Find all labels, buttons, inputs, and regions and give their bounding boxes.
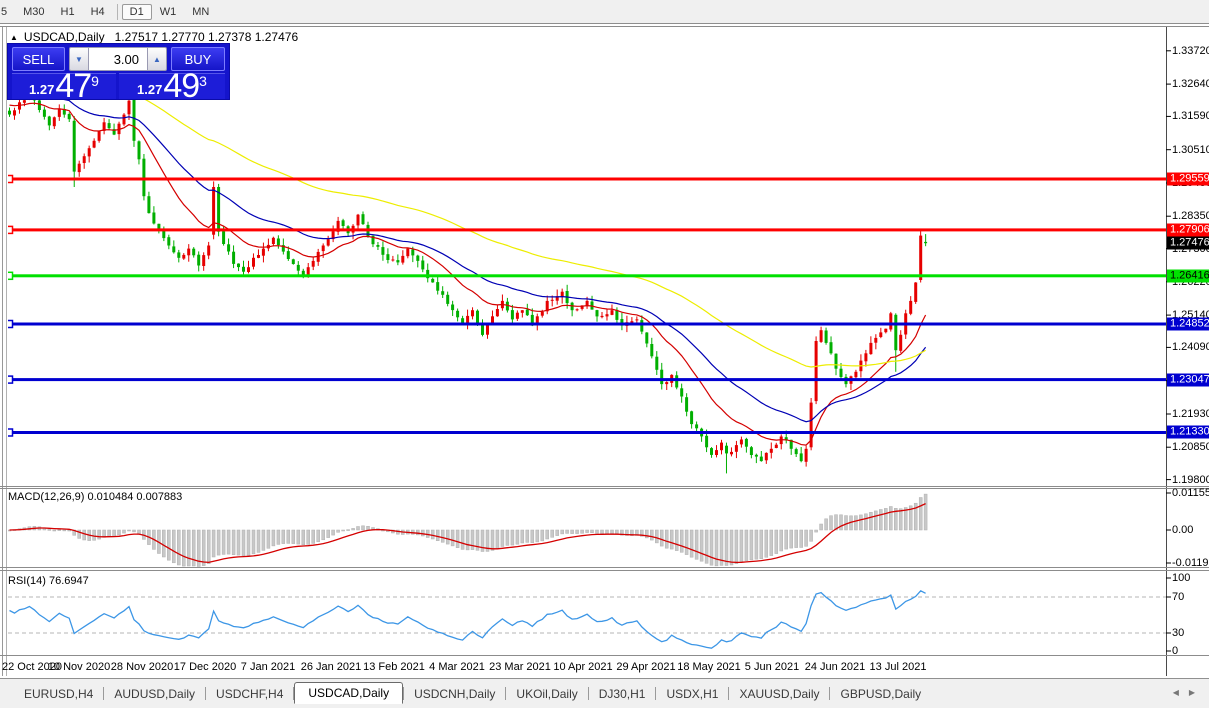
spinner-down-icon: ▼ <box>75 55 83 64</box>
buy-price-small: 1.27 <box>137 81 162 99</box>
sell-price-tile[interactable]: 1.27479 <box>12 73 116 99</box>
buy-price-sup: 3 <box>199 75 207 87</box>
tab-scroll-left-icon[interactable]: ◀ <box>1173 688 1179 697</box>
tab-scroll-arrows: ◀ ▶ <box>1173 688 1195 697</box>
timeframe-button-h4[interactable]: H4 <box>83 4 113 20</box>
chart-tab-gbpusd[interactable]: GBPUSD,Daily <box>830 687 931 701</box>
price-axis-tick: 1.31590 <box>1172 110 1209 122</box>
sell-price-sup: 9 <box>91 75 99 87</box>
pane-separator <box>0 655 1209 656</box>
pane-separator[interactable] <box>0 488 1209 489</box>
chart-tab-usdcnh[interactable]: USDCNH,Daily <box>404 687 505 701</box>
sell-price-small: 1.27 <box>29 81 54 99</box>
date-axis-label: 13 Jul 2021 <box>870 661 927 673</box>
date-axis-label: 10 Nov 2020 <box>48 661 110 673</box>
mt4-terminal: 5M30H1H4 D1W1MN ▲ USDCAD,Daily 1.27517 1.27… <box>0 0 1209 708</box>
window-frame-left-inner <box>6 26 7 676</box>
window-frame-left-outer <box>2 26 3 676</box>
date-axis-label: 4 Mar 2021 <box>429 661 485 673</box>
timeframe-button-mn[interactable]: MN <box>184 4 217 20</box>
date-axis-label: 18 May 2021 <box>677 661 741 673</box>
rsi-axis-tick: 70 <box>1172 591 1184 603</box>
buy-price-tile[interactable]: 1.27493 <box>119 73 225 99</box>
price-axis-tick: 1.32640 <box>1172 78 1209 90</box>
hline-price-label: 1.27906 <box>1167 223 1209 236</box>
timeframe-button-h1[interactable]: H1 <box>53 4 83 20</box>
macd-axis-tick: -0.011914 <box>1172 557 1209 569</box>
date-axis-label: 24 Jun 2021 <box>805 661 866 673</box>
timeframe-button-w1[interactable]: W1 <box>152 4 185 20</box>
date-axis-label: 23 Mar 2021 <box>489 661 551 673</box>
chart-title: ▲ USDCAD,Daily 1.27517 1.27770 1.27378 1.2… <box>10 30 298 44</box>
volume-input[interactable] <box>89 47 147 71</box>
hline-price-label: 1.26416 <box>1167 269 1209 282</box>
pane-separator[interactable] <box>0 570 1209 571</box>
price-axis-tick: 1.33720 <box>1172 45 1209 57</box>
one-click-collapse-icon[interactable]: ▲ <box>10 33 18 42</box>
chart-window-top-border <box>0 26 1209 27</box>
pane-separator[interactable] <box>0 567 1209 568</box>
hline-price-label: 1.23047 <box>1167 373 1209 386</box>
hline-price-label: 1.24852 <box>1167 317 1209 330</box>
chart-tab-audusd[interactable]: AUDUSD,Daily <box>104 687 205 701</box>
price-axis-tick: 1.28350 <box>1172 210 1209 222</box>
chart-ohlc-values: 1.27517 1.27770 1.27378 1.27476 <box>115 30 299 44</box>
date-axis-label: 5 Jun 2021 <box>745 661 799 673</box>
chart-tab-ukoil[interactable]: UKOil,Daily <box>506 687 587 701</box>
chart-symbol-period: USDCAD,Daily <box>24 30 105 44</box>
date-axis-label: 7 Jan 2021 <box>241 661 295 673</box>
timeframe-button-m30[interactable]: M30 <box>15 4 52 20</box>
spinner-up-icon: ▲ <box>153 55 161 64</box>
chart-tab-dj30[interactable]: DJ30,H1 <box>589 687 656 701</box>
chart-tab-bar: EURUSD,H4AUDUSD,DailyUSDCHF,H4USDCAD,Dai… <box>0 678 1209 708</box>
date-axis-label: 29 Apr 2021 <box>616 661 675 673</box>
timeframe-button-d1[interactable]: D1 <box>122 4 152 20</box>
timeframe-button-5[interactable]: 5 <box>0 4 15 20</box>
chart-tab-usdcad[interactable]: USDCAD,Daily <box>294 682 403 704</box>
sell-price-big: 47 <box>55 74 91 99</box>
date-axis-label: 10 Apr 2021 <box>553 661 612 673</box>
price-axis-tick: 1.30510 <box>1172 144 1209 156</box>
rsi-axis-tick: 0 <box>1172 645 1178 657</box>
date-axis-label: 26 Jan 2021 <box>301 661 362 673</box>
timeframe-toolbar: 5M30H1H4 D1W1MN <box>0 0 1209 24</box>
date-axis-label: 13 Feb 2021 <box>363 661 425 673</box>
buy-price-big: 49 <box>163 74 199 99</box>
price-axis-tick: 1.19800 <box>1172 474 1209 486</box>
macd-axis-tick: 0.011551 <box>1172 487 1209 499</box>
price-axis-tick: 1.21930 <box>1172 408 1209 420</box>
toolbar-separator <box>117 4 118 20</box>
date-axis-label: 17 Dec 2020 <box>174 661 236 673</box>
macd-axis-tick: 0.00 <box>1172 524 1193 536</box>
hline-price-label: 1.29559 <box>1167 173 1209 186</box>
current-price-label: 1.27476 <box>1167 237 1209 250</box>
price-chart-canvas[interactable] <box>0 0 1209 708</box>
chart-tab-usdchf[interactable]: USDCHF,H4 <box>206 687 293 701</box>
rsi-axis-tick: 30 <box>1172 627 1184 639</box>
tab-scroll-right-icon[interactable]: ▶ <box>1189 688 1195 697</box>
pane-separator[interactable] <box>0 486 1209 487</box>
rsi-axis-tick: 100 <box>1172 572 1190 584</box>
chart-tab-eurusd[interactable]: EURUSD,H4 <box>14 687 103 701</box>
chart-tab-xauusd[interactable]: XAUUSD,Daily <box>729 687 829 701</box>
one-click-trading-panel: SELL ▼ ▲ BUY 1.27479 1.27493 <box>8 44 229 99</box>
macd-indicator-label: MACD(12,26,9) 0.010484 0.007883 <box>8 491 182 503</box>
chart-tab-usdx[interactable]: USDX,H1 <box>656 687 728 701</box>
rsi-indicator-label: RSI(14) 76.6947 <box>8 575 89 587</box>
price-axis-tick: 1.20850 <box>1172 441 1209 453</box>
date-axis-label: 28 Nov 2020 <box>111 661 173 673</box>
hline-price-label: 1.21330 <box>1167 426 1209 439</box>
price-axis-tick: 1.24090 <box>1172 341 1209 353</box>
